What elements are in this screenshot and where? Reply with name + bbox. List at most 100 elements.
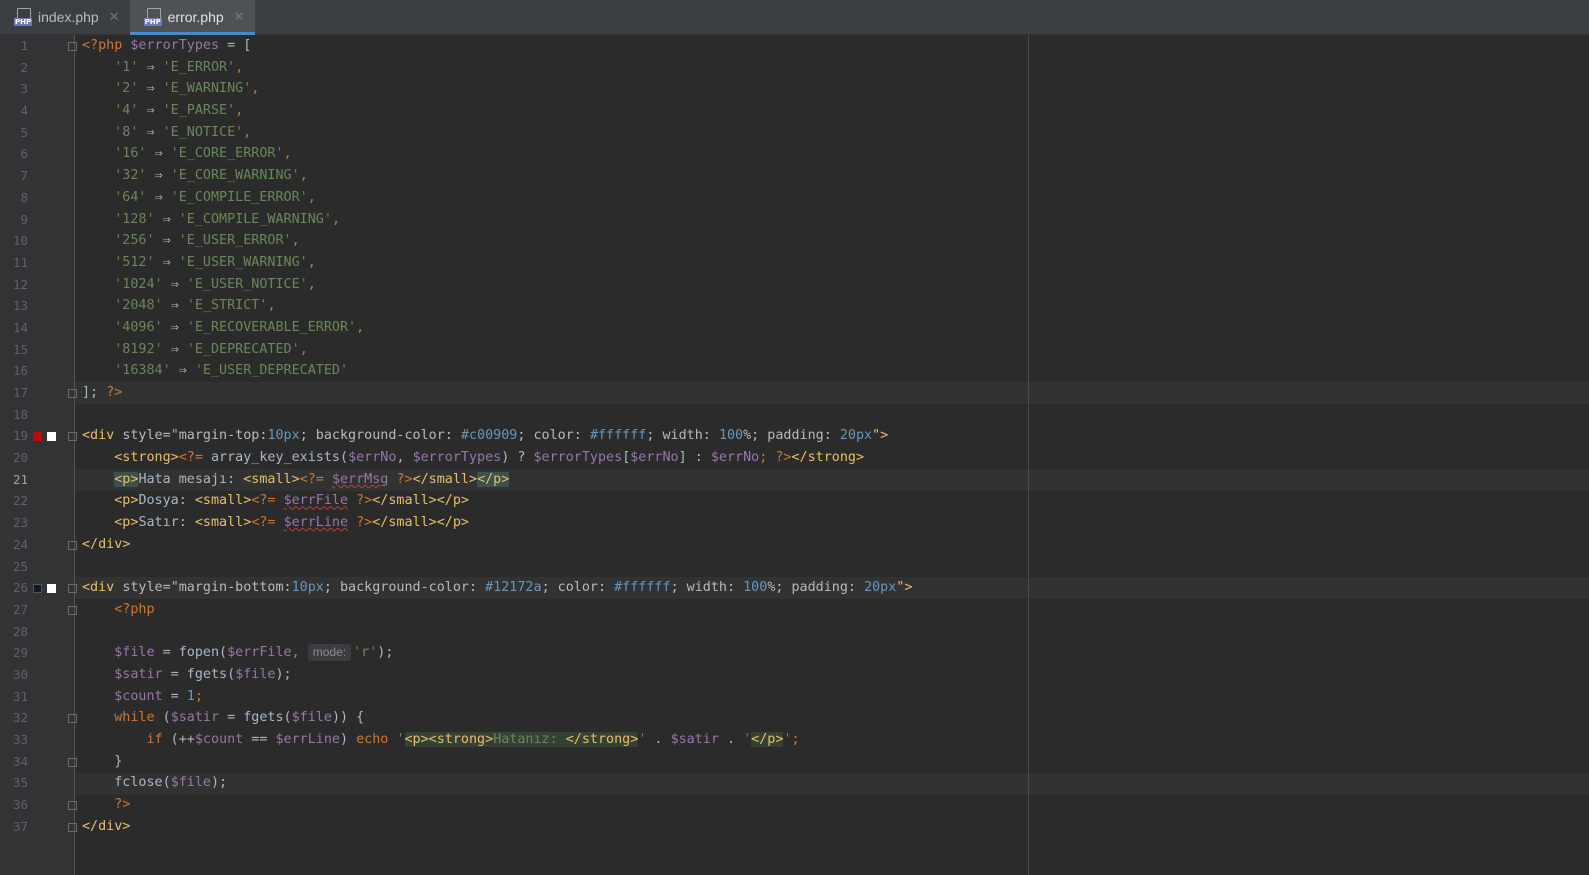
code-line: '32' ⇒ 'E_CORE_WARNING', [114,168,308,184]
code-line: <strong><?= array_key_exists($errNo, $er… [114,450,865,466]
code-line: <p>Satır: <small><?= $errLine ?></small>… [114,515,469,531]
code-text[interactable]: <?php $errorTypes = [ '1' ⇒ 'E_ERROR', '… [82,35,1589,875]
line-number: 27 [12,601,28,617]
line-number: 30 [12,666,28,682]
line-number: 11 [12,254,28,270]
line-number: 24 [12,536,28,552]
fold-icon[interactable] [68,389,77,398]
line-number: 20 [12,450,28,466]
editor-gutter[interactable]: 1 2 3 4 5 6 7 8 9 10 11 12 13 14 15 16 17 18 19 20 21 22 23 24 2… [0,35,77,875]
code-line: $satir = fgets($file); [114,666,292,682]
fold-icon[interactable] [68,714,77,723]
line-number: 4 [20,103,28,119]
line-number: 31 [12,688,28,704]
php-file-icon: PHP [143,8,162,26]
php-file-icon: PHP [14,8,33,26]
close-icon[interactable]: ✕ [234,9,245,25]
code-line: </div> [82,536,131,552]
line-number: 32 [12,710,28,726]
line-number: 23 [12,515,28,531]
parameter-hint: mode: [307,644,352,662]
fold-icon[interactable] [68,541,77,550]
code-line: <p>Dosya: <small><?= $errFile ?></small>… [114,493,469,509]
line-number: 13 [12,298,28,314]
code-line: '1024' ⇒ 'E_USER_NOTICE', [114,276,316,292]
fold-icon[interactable] [68,584,77,593]
line-number: 8 [20,189,28,205]
code-line: <p>Hata mesajı: <small><?= $errMsg ?></s… [114,471,510,487]
line-number: 10 [12,233,28,249]
code-line: <?php [114,601,155,617]
code-line: '2048' ⇒ 'E_STRICT', [114,298,276,314]
line-number: 36 [12,797,28,813]
color-swatch-red[interactable] [33,432,42,441]
code-line: '256' ⇒ 'E_USER_ERROR', [114,233,300,249]
fold-icon[interactable] [68,758,77,767]
line-numbers: 1 2 3 4 5 6 7 8 9 10 11 12 13 14 15 16 17 18 19 20 21 22 23 24 2… [0,35,30,837]
color-swatch-white[interactable] [47,584,56,593]
line-number: 35 [12,775,28,791]
editor-tab-bar: PHP index.php ✕ PHP error.php ✕ [0,0,1589,35]
code-line: <div style="margin-bottom:10px; backgrou… [82,580,913,596]
code-line: '16' ⇒ 'E_CORE_ERROR', [114,146,292,162]
code-line: '512' ⇒ 'E_USER_WARNING', [114,254,316,270]
line-number: 6 [20,146,28,162]
code-line: if (++$count == $errLine) echo '<p><stro… [146,732,800,747]
line-number: 29 [12,645,28,661]
tab-label: index.php [38,9,99,25]
tab-index-php[interactable]: PHP index.php ✕ [0,0,130,34]
line-number: 12 [12,276,28,292]
code-line: '4096' ⇒ 'E_RECOVERABLE_ERROR', [114,319,365,335]
code-line: '8192' ⇒ 'E_DEPRECATED', [114,341,308,357]
code-line: while ($satir = fgets($file)) { [114,710,365,726]
line-number: 17 [12,385,28,400]
color-swatch-navy[interactable] [33,584,42,593]
tab-label: error.php [167,9,224,25]
code-line: '2' ⇒ 'E_WARNING', [114,81,260,97]
line-number: 9 [20,211,28,227]
code-line: ]; ?> [82,385,123,400]
line-number: 16 [12,363,28,379]
code-line: $file = fopen($errFile, mode:'r'); [114,644,394,662]
code-line: '128' ⇒ 'E_COMPILE_WARNING', [114,211,340,227]
fold-icon[interactable] [68,801,77,810]
tab-error-php[interactable]: PHP error.php ✕ [129,0,255,35]
code-line: </div> [82,818,131,834]
line-number: 34 [12,753,28,769]
line-number: 7 [20,168,28,184]
code-line: '4' ⇒ 'E_PARSE', [114,103,244,119]
code-line: } [114,753,123,769]
code-line: <?php $errorTypes = [ [82,38,252,53]
line-number: 14 [12,319,28,335]
code-line: fclose($file); [114,775,228,791]
code-line: '8' ⇒ 'E_NOTICE', [114,124,252,140]
line-number: 3 [20,81,28,97]
line-number: 19 [12,428,28,444]
code-line: '16384' ⇒ 'E_USER_DEPRECATED' [114,363,349,379]
line-number: 33 [12,732,28,747]
fold-icon[interactable] [68,606,77,615]
code-line: ?> [114,797,131,813]
close-icon[interactable]: ✕ [109,9,120,25]
line-number: 21 [12,471,28,487]
code-line: '64' ⇒ 'E_COMPILE_ERROR', [114,189,316,205]
line-number: 28 [12,623,28,639]
line-number: 5 [20,124,28,140]
line-number: 26 [12,580,28,596]
color-swatch-white[interactable] [47,432,56,441]
line-number: 37 [12,818,28,834]
code-editor[interactable]: 1 2 3 4 5 6 7 8 9 10 11 12 13 14 15 16 17 18 19 20 21 22 23 24 2… [0,35,1589,875]
fold-icon[interactable] [68,823,77,832]
line-number: 25 [12,558,28,574]
line-number: 15 [12,341,28,357]
fold-icon[interactable] [68,432,77,441]
line-number: 2 [20,59,28,75]
line-number: 18 [12,406,28,422]
line-number: 1 [20,38,28,53]
code-line: $count = 1; [114,688,203,704]
line-number: 22 [12,493,28,509]
fold-icon[interactable] [68,42,77,51]
